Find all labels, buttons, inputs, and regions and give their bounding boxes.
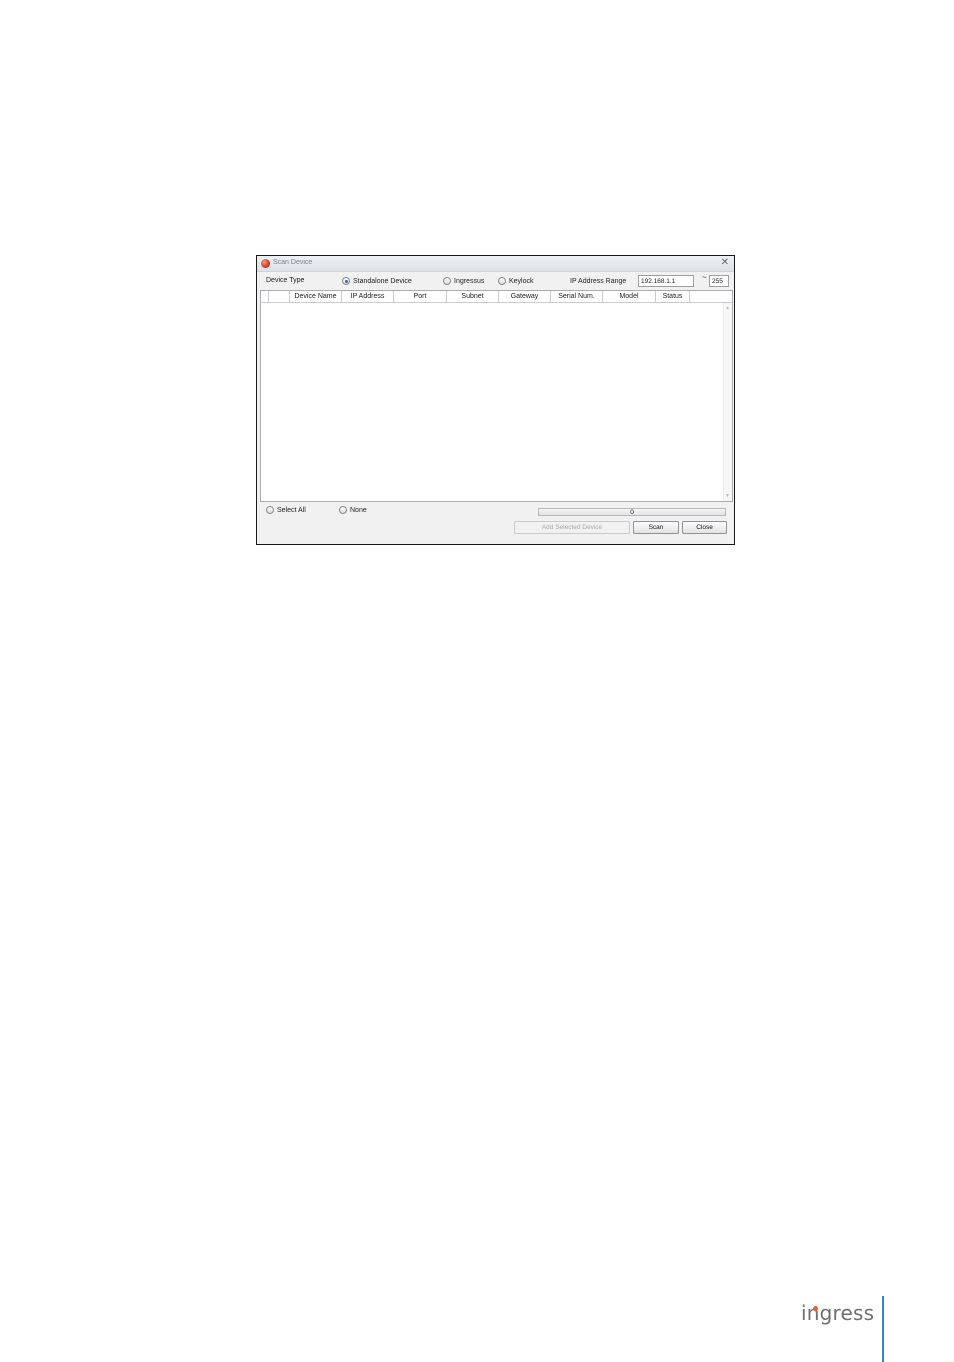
radio-keylock-label[interactable]: Keylock bbox=[509, 278, 534, 285]
close-button[interactable]: Close bbox=[682, 521, 727, 534]
radio-ingressus-label[interactable]: Ingressus bbox=[454, 278, 484, 285]
radio-keylock[interactable] bbox=[498, 277, 506, 285]
vertical-scrollbar[interactable]: ▲ ▼ bbox=[723, 303, 732, 501]
column-header-ip-address[interactable]: IP Address bbox=[342, 291, 394, 302]
device-type-label: Device Type bbox=[266, 277, 305, 284]
column-header-select[interactable] bbox=[269, 291, 290, 302]
radio-select-all[interactable] bbox=[266, 506, 274, 514]
ip-range-label: IP Address Range bbox=[570, 278, 627, 285]
column-header-status[interactable]: Status bbox=[656, 291, 690, 302]
column-header-blank[interactable] bbox=[261, 291, 269, 302]
none-label[interactable]: None bbox=[350, 507, 367, 514]
device-table[interactable]: Device Name IP Address Port Subnet Gatew… bbox=[260, 290, 733, 502]
brand-accent-bar bbox=[882, 1296, 884, 1362]
column-header-gateway[interactable]: Gateway bbox=[499, 291, 551, 302]
select-all-label[interactable]: Select All bbox=[277, 507, 306, 514]
scroll-up-icon[interactable]: ▲ bbox=[725, 305, 730, 311]
progress-value: 0 bbox=[630, 509, 634, 516]
window-title: Scan Device bbox=[273, 259, 313, 266]
table-header: Device Name IP Address Port Subnet Gatew… bbox=[261, 291, 732, 303]
ip-end-input[interactable]: 255 bbox=[709, 275, 729, 287]
close-icon[interactable]: ✕ bbox=[721, 257, 729, 269]
scan-button[interactable]: Scan bbox=[633, 521, 679, 534]
column-header-subnet[interactable]: Subnet bbox=[447, 291, 499, 302]
scan-device-dialog: Scan Device ✕ Device Type Standalone Dev… bbox=[256, 255, 735, 545]
add-selected-device-button[interactable]: Add Selected Device bbox=[514, 521, 630, 534]
radio-standalone-device[interactable] bbox=[342, 277, 350, 285]
radio-standalone-device-label[interactable]: Standalone Device bbox=[353, 278, 412, 285]
column-header-port[interactable]: Port bbox=[394, 291, 447, 302]
column-header-model[interactable]: Model bbox=[603, 291, 656, 302]
ip-range-separator: ~ bbox=[702, 273, 707, 282]
logo-dot-icon bbox=[813, 1306, 818, 1311]
app-icon bbox=[261, 259, 270, 268]
radio-ingressus[interactable] bbox=[443, 277, 451, 285]
radio-none[interactable] bbox=[339, 506, 347, 514]
scroll-down-icon[interactable]: ▼ bbox=[725, 493, 730, 499]
title-bar: Scan Device ✕ bbox=[257, 256, 734, 272]
column-header-serial-num[interactable]: Serial Num. bbox=[551, 291, 603, 302]
ingress-logo-text: ingress bbox=[801, 1301, 875, 1325]
ip-start-input[interactable]: 192.168.1.1 bbox=[638, 275, 694, 287]
scan-progress-bar: 0 bbox=[538, 508, 726, 516]
column-header-device-name[interactable]: Device Name bbox=[290, 291, 342, 302]
